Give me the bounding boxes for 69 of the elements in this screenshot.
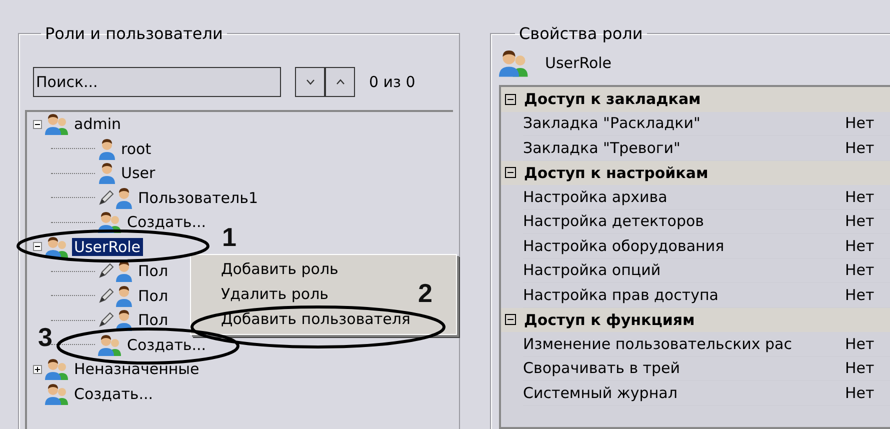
tree-item[interactable]: Создать... — [72, 384, 156, 403]
chevron-up-icon — [336, 79, 344, 85]
user-icon — [98, 162, 116, 184]
expand-toggle-icon[interactable] — [33, 242, 42, 252]
group-title: Свойства роли — [518, 24, 644, 43]
menu-item[interactable]: Удалить роль — [191, 282, 339, 307]
tree-item[interactable]: User — [119, 164, 158, 182]
section-title: Доступ к функциям — [524, 310, 695, 329]
section-title: Доступ к настройкам — [524, 164, 708, 182]
property-value[interactable]: Нет — [843, 261, 874, 280]
previous-button[interactable] — [325, 67, 355, 97]
role-name: UserRole — [545, 54, 612, 72]
expand-toggle-icon[interactable] — [33, 120, 42, 129]
next-button[interactable] — [295, 67, 325, 97]
user-icon — [115, 186, 133, 209]
user-icon — [115, 260, 133, 282]
section-title: Доступ к закладкам — [524, 90, 701, 108]
property-value[interactable]: Нет — [843, 212, 874, 230]
chevron-down-icon — [306, 79, 314, 85]
annotation-number: 3 — [38, 322, 52, 353]
tree-item[interactable]: root — [119, 140, 154, 158]
property-name: Сворачивать в трей — [523, 359, 682, 378]
user-icon — [115, 284, 133, 307]
collapse-toggle-icon[interactable] — [505, 314, 516, 326]
property-value[interactable]: Нет — [843, 236, 874, 255]
user-icon — [115, 309, 133, 332]
search-field[interactable]: Поиск... — [33, 67, 281, 97]
property-name: Настройка опций — [523, 261, 662, 280]
group-icon — [45, 236, 69, 258]
tree-item[interactable]: Пол — [136, 262, 170, 280]
match-counter: 0 из 0 — [369, 73, 416, 91]
property-name: Настройка детекторов — [523, 212, 706, 230]
annotation-number: 1 — [222, 222, 236, 253]
group-icon — [45, 382, 69, 405]
group-icon — [98, 211, 122, 234]
tree-item[interactable]: Неназначенные — [72, 360, 202, 378]
tree-item[interactable]: Пол — [136, 286, 170, 305]
property-name: Закладка "Раскладки" — [523, 114, 702, 132]
tree-item[interactable]: Создать... — [125, 336, 208, 354]
menu-item[interactable]: Добавить роль — [191, 257, 348, 282]
group-icon — [499, 49, 529, 77]
group-title: Роли и пользователи — [44, 24, 224, 43]
property-value[interactable]: Нет — [843, 138, 874, 157]
group-icon — [98, 334, 122, 356]
property-value[interactable]: Нет — [843, 334, 874, 353]
property-name: Изменение пользовательских рас — [523, 334, 793, 353]
menu-item[interactable]: Добавить пользователя — [191, 307, 420, 332]
property-value[interactable]: Нет — [843, 359, 874, 378]
property-value[interactable]: Нет — [843, 188, 874, 206]
tree-item[interactable]: UserRole — [72, 238, 143, 256]
property-name: Системный журнал — [523, 384, 678, 402]
collapse-toggle-icon[interactable] — [505, 167, 516, 178]
property-name: Закладка "Тревоги" — [523, 138, 682, 157]
collapse-toggle-icon[interactable] — [505, 94, 516, 105]
tree-item[interactable]: Пользователь1 — [136, 188, 260, 207]
property-name: Настройка архива — [523, 188, 668, 206]
property-name: Настройка оборудования — [523, 236, 726, 255]
property-value[interactable]: Нет — [843, 286, 874, 304]
property-value[interactable]: Нет — [843, 384, 874, 402]
user-icon — [98, 138, 116, 160]
tree-item[interactable]: admin — [72, 115, 123, 134]
group-icon — [45, 113, 69, 136]
tree-item[interactable]: Пол — [136, 311, 170, 330]
expand-toggle-icon[interactable] — [33, 364, 42, 374]
property-name: Настройка прав доступа — [523, 286, 720, 304]
tree-item[interactable]: Создать... — [125, 213, 208, 232]
group-icon — [45, 358, 69, 380]
annotation-number: 2 — [418, 278, 432, 309]
property-value[interactable]: Нет — [843, 114, 874, 132]
